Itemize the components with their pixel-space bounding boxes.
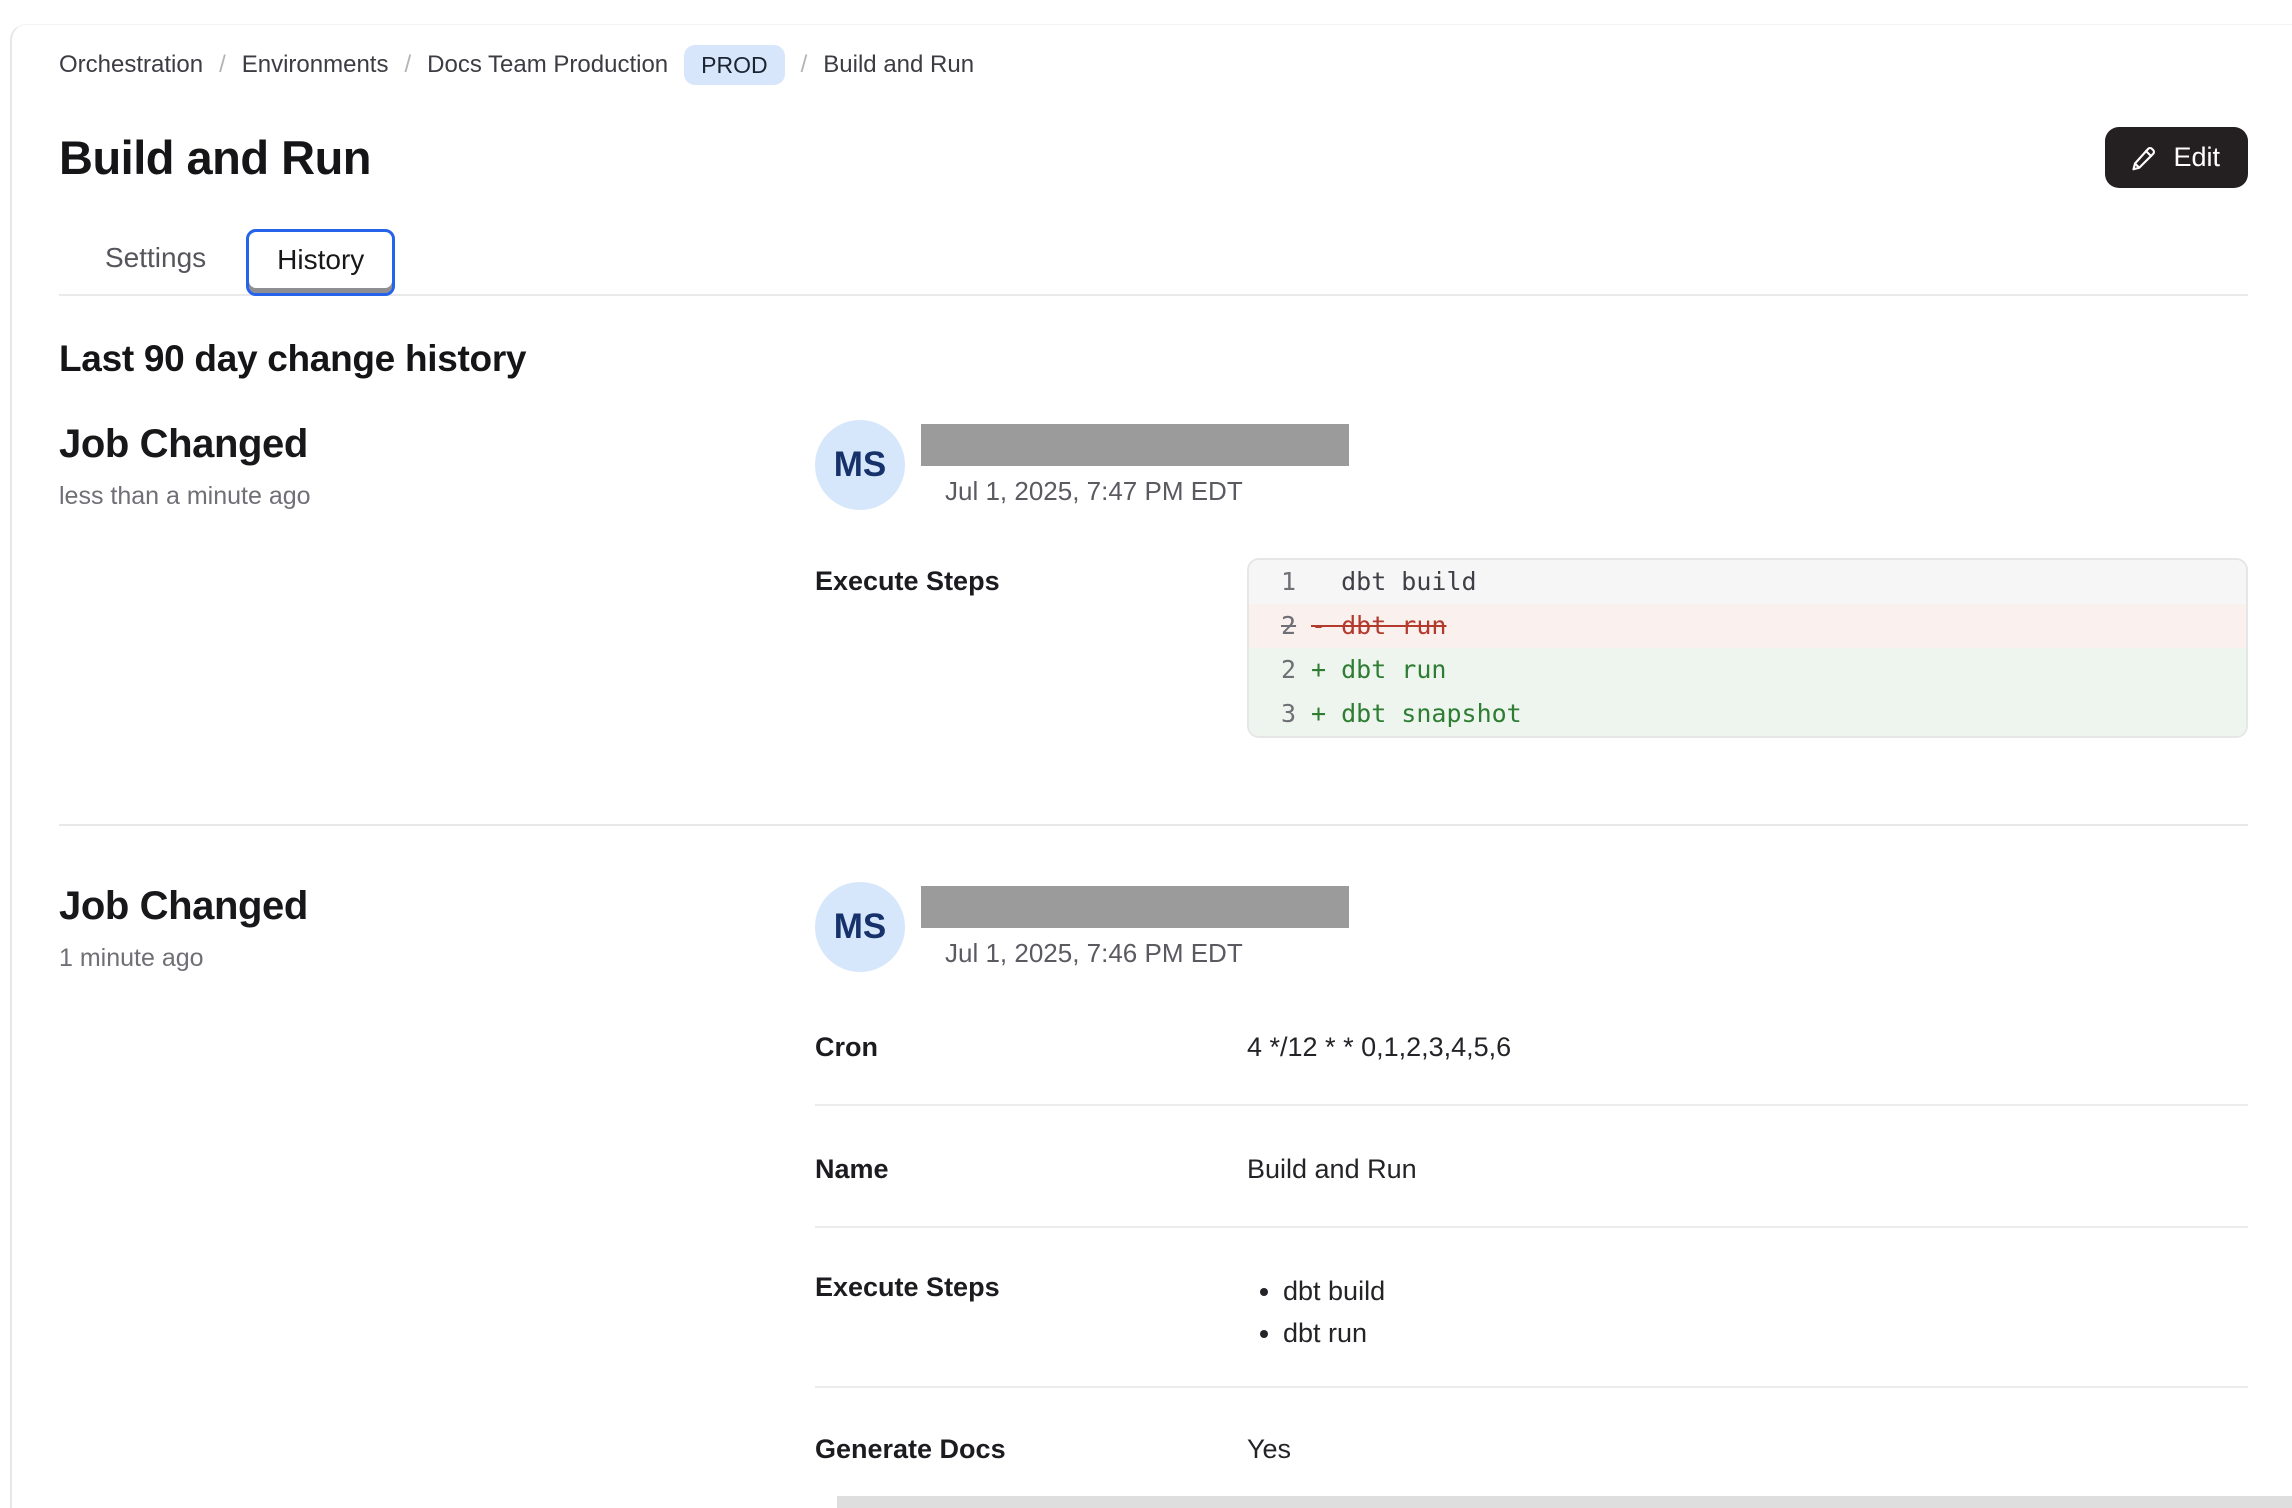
redacted-user-name <box>921 886 1349 928</box>
diff-line-text: dbt build <box>1297 560 1477 604</box>
breadcrumb-environments[interactable]: Environments <box>242 45 389 85</box>
page-title: Build and Run <box>59 128 371 188</box>
diff-line-context: 1 dbt build <box>1249 560 2246 604</box>
entry-user-info: Jul 1, 2025, 7:46 PM EDT <box>921 882 1349 969</box>
entry-user-header: MS Jul 1, 2025, 7:46 PM EDT <box>815 882 2248 972</box>
main-content-panel: Orchestration / Environments / Docs Team… <box>10 24 2292 1508</box>
change-row-execute-steps: Execute Steps 1 dbt build 2 - dbt run 2 … <box>815 564 2248 738</box>
diff-line-added: 2 + dbt run <box>1249 648 2246 692</box>
entry-relative-time: less than a minute ago <box>59 482 815 511</box>
tab-bar: Settings History <box>59 228 2248 296</box>
breadcrumb-environment-name[interactable]: Docs Team Production <box>427 45 668 85</box>
entry-event-title: Job Changed <box>59 420 815 468</box>
job-fields-list: Cron 4 */12 * * 0,1,2,3,4,5,6 Name Build… <box>815 972 2248 1506</box>
env-prod-badge: PROD <box>684 45 784 85</box>
entry-user-header: MS Jul 1, 2025, 7:47 PM EDT <box>815 420 2248 510</box>
field-value: Build and Run <box>1247 1152 2248 1186</box>
field-label: Execute Steps <box>815 564 1247 598</box>
entry-relative-time: 1 minute ago <box>59 944 815 973</box>
breadcrumb-separator: / <box>404 45 411 85</box>
field-label: Generate Docs <box>815 1432 1247 1466</box>
entry-detail: MS Jul 1, 2025, 7:47 PM EDT Execute Step… <box>815 420 2248 738</box>
field-label: Execute Steps <box>815 1270 1247 1304</box>
field-value-list: dbt build dbt run <box>1247 1270 2248 1354</box>
breadcrumb-separator: / <box>219 45 226 85</box>
field-value: 4 */12 * * 0,1,2,3,4,5,6 <box>1247 1030 2248 1064</box>
entry-detail: MS Jul 1, 2025, 7:46 PM EDT Cron 4 */12 … <box>815 882 2248 1506</box>
entry-summary: Job Changed less than a minute ago <box>59 420 815 511</box>
execute-steps-diff: 1 dbt build 2 - dbt run 2 + dbt run 3 + … <box>1247 558 2248 738</box>
redacted-user-name <box>921 424 1349 466</box>
diff-line-number: 1 <box>1249 560 1297 604</box>
field-row-execute-steps: Execute Steps dbt build dbt run <box>815 1226 2248 1386</box>
avatar: MS <box>815 420 905 510</box>
diff-line-added: 3 + dbt snapshot <box>1249 692 2246 736</box>
edit-button-label: Edit <box>2173 142 2220 173</box>
diff-line-number: 2 <box>1249 604 1297 648</box>
execute-step-item: dbt run <box>1283 1312 2248 1354</box>
tab-settings[interactable]: Settings <box>75 228 236 294</box>
breadcrumb-current-page: Build and Run <box>823 45 974 85</box>
entry-user-info: Jul 1, 2025, 7:47 PM EDT <box>921 420 1349 507</box>
entry-timestamp: Jul 1, 2025, 7:47 PM EDT <box>945 476 1349 507</box>
field-label: Name <box>815 1152 1247 1186</box>
diff-line-removed: 2 - dbt run <box>1249 604 2246 648</box>
breadcrumb-separator: / <box>801 45 808 85</box>
field-row-name: Name Build and Run <box>815 1104 2248 1226</box>
page-header: Build and Run Edit <box>59 127 2248 188</box>
field-value: Yes <box>1247 1432 2248 1466</box>
execute-step-item: dbt build <box>1283 1270 2248 1312</box>
entry-timestamp: Jul 1, 2025, 7:46 PM EDT <box>945 938 1349 969</box>
entry-event-title: Job Changed <box>59 882 815 930</box>
entry-divider <box>59 824 2248 826</box>
field-row-generate-docs: Generate Docs Yes <box>815 1386 2248 1506</box>
diff-line-text: - dbt run <box>1297 604 1446 648</box>
history-section-heading: Last 90 day change history <box>59 336 2248 382</box>
pencil-icon <box>2129 143 2159 173</box>
diff-line-number: 2 <box>1249 648 1297 692</box>
breadcrumb: Orchestration / Environments / Docs Team… <box>59 45 2248 85</box>
avatar: MS <box>815 882 905 972</box>
tab-history[interactable]: History <box>246 229 395 296</box>
diff-line-text: + dbt snapshot <box>1297 692 1522 736</box>
horizontal-scrollbar[interactable] <box>837 1496 2292 1508</box>
edit-button[interactable]: Edit <box>2105 127 2248 188</box>
diff-line-text: + dbt run <box>1297 648 1446 692</box>
history-entry: Job Changed less than a minute ago MS Ju… <box>59 420 2248 738</box>
history-entry: Job Changed 1 minute ago MS Jul 1, 2025,… <box>59 882 2248 1506</box>
field-label: Cron <box>815 1030 1247 1064</box>
diff-line-number: 3 <box>1249 692 1297 736</box>
entry-summary: Job Changed 1 minute ago <box>59 882 815 973</box>
field-row-cron: Cron 4 */12 * * 0,1,2,3,4,5,6 <box>815 972 2248 1104</box>
breadcrumb-orchestration[interactable]: Orchestration <box>59 45 203 85</box>
